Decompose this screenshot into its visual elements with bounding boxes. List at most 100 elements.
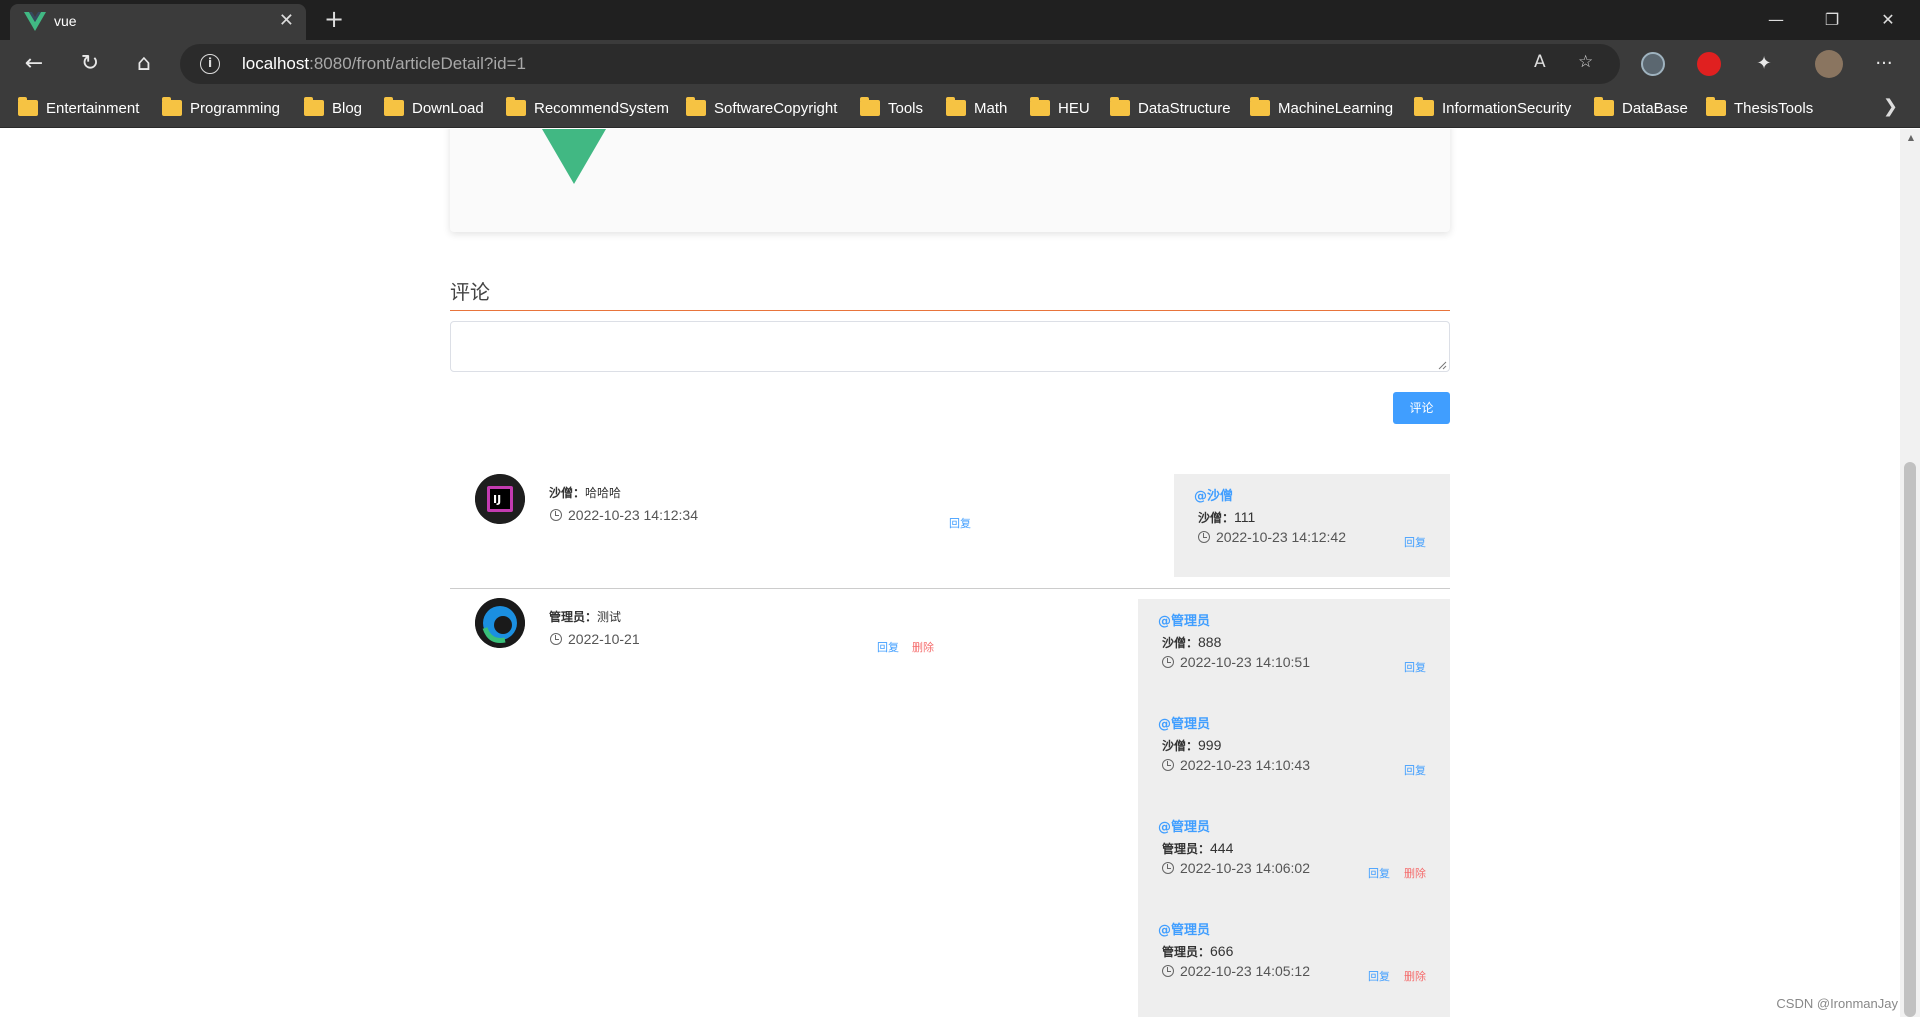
folder-icon xyxy=(162,97,182,116)
reply-link[interactable]: 回复 xyxy=(1368,968,1390,984)
back-icon[interactable]: ← xyxy=(16,48,52,80)
bookmark-entertainment[interactable]: Entertainment xyxy=(18,96,139,120)
tab-title: vue xyxy=(54,13,77,29)
browser-tab[interactable]: vue ✕ xyxy=(10,4,306,40)
bookmark-machinelearning[interactable]: MachineLearning xyxy=(1250,96,1393,120)
bookmark-database[interactable]: DataBase xyxy=(1594,96,1688,120)
watermark: CSDN @IronmanJay xyxy=(1776,996,1898,1011)
delete-link[interactable]: 删除 xyxy=(1404,865,1426,881)
reply-time: 2022-10-23 14:12:42 xyxy=(1198,529,1346,545)
reply-line: 管理员：444 xyxy=(1162,838,1233,857)
comment-input[interactable] xyxy=(450,321,1450,372)
reply-content: 111 xyxy=(1234,509,1256,525)
url-text[interactable]: localhost:8080/front/articleDetail?id=1 xyxy=(242,54,526,74)
folder-icon xyxy=(1594,97,1614,116)
reply-mention[interactable]: @管理员 xyxy=(1158,919,1210,938)
reply-line: 沙僧：999 xyxy=(1162,735,1221,754)
reply-time: 2022-10-23 14:10:51 xyxy=(1162,654,1310,670)
folder-icon xyxy=(686,97,706,116)
chevron-right-icon[interactable]: ❯ xyxy=(1883,96,1898,117)
reply-mention[interactable]: @管理员 xyxy=(1158,713,1210,732)
read-aloud-icon[interactable]: A xyxy=(1534,52,1546,72)
reply-panel: @管理员 沙僧：888 2022-10-23 14:10:51 回复 @管理员 … xyxy=(1138,599,1450,1017)
bookmark-math[interactable]: Math xyxy=(946,96,1007,120)
toolbar: ← ↻ ⌂ i localhost:8080/front/articleDeta… xyxy=(0,40,1920,88)
home-icon[interactable]: ⌂ xyxy=(126,48,162,80)
clock-icon xyxy=(550,509,562,521)
scroll-up-icon[interactable]: ▲ xyxy=(1908,133,1914,142)
bookmark-download[interactable]: DownLoad xyxy=(384,96,484,120)
reply-link[interactable]: 回复 xyxy=(949,515,971,531)
tab-strip: vue ✕ + — ❐ ✕ xyxy=(0,0,1920,40)
folder-icon xyxy=(1030,97,1050,116)
adblock-icon[interactable] xyxy=(1697,52,1721,76)
folder-icon xyxy=(946,97,966,116)
extension-icon[interactable] xyxy=(1641,52,1665,76)
reply-time: 2022-10-23 14:06:02 xyxy=(1162,860,1310,876)
clock-icon xyxy=(1162,862,1174,874)
comment-time: 2022-10-21 xyxy=(550,631,640,647)
reply-link[interactable]: 回复 xyxy=(1404,762,1426,778)
minimize-icon[interactable]: — xyxy=(1748,0,1804,40)
folder-icon xyxy=(18,97,38,116)
heading-underline xyxy=(450,310,1450,311)
bookmark-heu[interactable]: HEU xyxy=(1030,96,1090,120)
bookmark-recommendsystem[interactable]: RecommendSystem xyxy=(506,96,669,120)
resize-handle-icon[interactable] xyxy=(1437,360,1447,370)
reply-content: 888 xyxy=(1198,634,1222,650)
address-bar[interactable]: i localhost:8080/front/articleDetail?id=… xyxy=(180,44,1620,84)
bookmark-datastructure[interactable]: DataStructure xyxy=(1110,96,1231,120)
reply-author: 管理员： xyxy=(1162,842,1211,856)
page-viewport: 评论 评论 IJ 沙僧：哈哈哈 2022-10-23 14:12:34 回复 @… xyxy=(0,129,1920,1017)
reply-time: 2022-10-23 14:10:43 xyxy=(1162,757,1310,773)
bookmark-programming[interactable]: Programming xyxy=(162,96,280,120)
folder-icon xyxy=(1414,97,1434,116)
folder-icon xyxy=(506,97,526,116)
reply-link[interactable]: 回复 xyxy=(1368,865,1390,881)
new-tab-icon[interactable]: + xyxy=(318,4,350,36)
submit-comment-button[interactable]: 评论 xyxy=(1393,392,1450,424)
comment-author: 沙僧： xyxy=(549,486,586,500)
scrollbar-thumb[interactable] xyxy=(1904,462,1916,1017)
profile-avatar-icon[interactable] xyxy=(1815,50,1843,78)
avatar xyxy=(475,598,525,648)
comments-heading: 评论 xyxy=(450,280,490,304)
reply-mention[interactable]: @管理员 xyxy=(1158,816,1210,835)
reply-author: 沙僧： xyxy=(1162,636,1199,650)
reply-link[interactable]: 回复 xyxy=(1404,534,1426,550)
edge-logo-icon xyxy=(475,598,525,648)
info-icon[interactable]: i xyxy=(200,54,220,74)
bookmark-thesistools[interactable]: ThesisTools xyxy=(1706,96,1813,120)
bookmark-blog[interactable]: Blog xyxy=(304,96,362,120)
reply-link[interactable]: 回复 xyxy=(877,639,899,655)
folder-icon xyxy=(1706,97,1726,116)
scrollbar[interactable]: ▲ xyxy=(1900,129,1920,1017)
close-window-icon[interactable]: ✕ xyxy=(1860,0,1916,40)
reply-mention[interactable]: @管理员 xyxy=(1158,610,1210,629)
reply-content: 666 xyxy=(1210,943,1234,959)
close-tab-icon[interactable]: ✕ xyxy=(279,10,294,31)
clock-icon xyxy=(1162,965,1174,977)
reply-author: 管理员： xyxy=(1162,945,1211,959)
favorite-star-icon[interactable]: ☆ xyxy=(1578,52,1593,72)
comment-time: 2022-10-23 14:12:34 xyxy=(550,507,698,523)
bookmark-informationsecurity[interactable]: InformationSecurity xyxy=(1414,96,1571,120)
clock-icon xyxy=(1198,531,1210,543)
more-menu-icon[interactable]: ··· xyxy=(1866,48,1902,80)
reply-time: 2022-10-23 14:05:12 xyxy=(1162,963,1310,979)
delete-link[interactable]: 删除 xyxy=(912,639,934,655)
bookmark-tools[interactable]: Tools xyxy=(860,96,923,120)
folder-icon xyxy=(1110,97,1130,116)
url-host: localhost xyxy=(242,54,310,73)
comment-content: 哈哈哈 xyxy=(585,486,622,500)
reply-mention[interactable]: @沙僧 xyxy=(1194,485,1233,504)
vue-logo-icon xyxy=(542,129,606,184)
comment-content: 测试 xyxy=(597,610,622,624)
delete-link[interactable]: 删除 xyxy=(1404,968,1426,984)
bookmark-softwarecopyright[interactable]: SoftwareCopyright xyxy=(686,96,837,120)
extensions-puzzle-icon[interactable]: ✦ xyxy=(1746,48,1782,80)
svg-text:IJ: IJ xyxy=(493,493,501,506)
reply-link[interactable]: 回复 xyxy=(1404,659,1426,675)
restore-icon[interactable]: ❐ xyxy=(1804,0,1860,40)
refresh-icon[interactable]: ↻ xyxy=(72,48,108,80)
